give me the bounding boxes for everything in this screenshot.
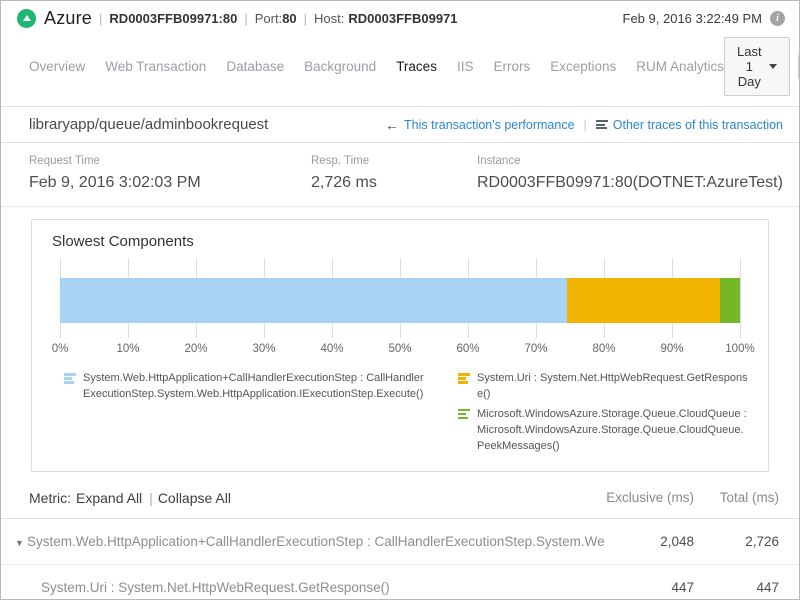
x-tick-label: 0% — [52, 343, 69, 355]
tab-overview[interactable]: Overview — [29, 59, 85, 74]
column-header-exclusive: Exclusive (ms) — [604, 490, 694, 505]
tab-strip: Overview Web Transaction Database Backgroun… — [29, 59, 724, 74]
tab-iis[interactable]: IIS — [457, 59, 474, 74]
legend-barchart-icon — [458, 409, 470, 455]
tab-traces[interactable]: Traces — [396, 59, 437, 74]
bar-segment[interactable] — [567, 278, 719, 323]
stacked-bar-chart — [60, 258, 740, 338]
current-timestamp: Feb 9, 2016 3:22:49 PM — [623, 11, 762, 26]
instance-label: Instance — [477, 155, 783, 167]
x-tick-label: 100% — [725, 343, 754, 355]
x-tick-label: 80% — [592, 343, 615, 355]
x-tick-label: 30% — [252, 343, 275, 355]
port-value: 80 — [282, 11, 296, 26]
total-ms-value: 447 — [694, 580, 779, 595]
table-row: ▼System.Web.HttpApplication+CallHandlerE… — [1, 519, 799, 565]
resp-time-value: 2,726 ms — [311, 174, 477, 192]
legend-barchart-icon — [458, 373, 470, 403]
instance-value: RD0003FFB09971:80(DOTNET:AzureTest) — [477, 174, 783, 192]
table-row: System.Uri : System.Net.HttpWebRequest.G… — [1, 565, 799, 600]
legend-barchart-icon — [64, 373, 76, 403]
resp-time-label: Resp. Time — [311, 155, 477, 167]
bar-segment[interactable] — [720, 278, 740, 323]
request-time-value: Feb 9, 2016 3:02:03 PM — [29, 174, 311, 192]
info-icon[interactable]: i — [770, 11, 785, 26]
other-traces-link[interactable]: Other traces of this transaction — [596, 118, 783, 132]
instance-field: Instance RD0003FFB09971:80(DOTNET:AzureT… — [477, 155, 783, 192]
tab-database[interactable]: Database — [226, 59, 284, 74]
port-label: Port: — [255, 11, 282, 26]
top-header: Azure | RD0003FFB09971:80 | Port: 80 | H… — [1, 1, 799, 31]
header-separator: | — [304, 11, 307, 26]
chart-title: Slowest Components — [32, 233, 768, 258]
x-tick-label: 40% — [320, 343, 343, 355]
x-tick-label: 60% — [456, 343, 479, 355]
x-tick-label: 70% — [524, 343, 547, 355]
total-ms-value: 2,726 — [694, 534, 779, 549]
legend-item: System.Uri : System.Net.HttpWebRequest.G… — [458, 371, 748, 403]
metric-name[interactable]: System.Uri : System.Net.HttpWebRequest.G… — [41, 580, 390, 595]
request-time-label: Request Time — [29, 155, 311, 167]
app-name: Azure — [44, 8, 92, 29]
link-separator: | — [584, 118, 587, 132]
tab-rum-analytics[interactable]: RUM Analytics — [636, 59, 724, 74]
apm-trace-page: Azure | RD0003FFB09971:80 | Port: 80 | H… — [0, 0, 800, 600]
tab-background[interactable]: Background — [304, 59, 376, 74]
tab-exceptions[interactable]: Exceptions — [550, 59, 616, 74]
chart-legend: System.Web.HttpApplication+CallHandlerEx… — [32, 359, 768, 461]
metric-table-body: ▼System.Web.HttpApplication+CallHandlerE… — [1, 519, 799, 600]
transaction-name: libraryapp/queue/adminbookrequest — [29, 116, 268, 133]
legend-item: System.Web.HttpApplication+CallHandlerEx… — [64, 371, 424, 403]
exclusive-ms-value: 447 — [604, 580, 694, 595]
x-tick-label: 50% — [388, 343, 411, 355]
metric-name[interactable]: System.Web.HttpApplication+CallHandlerEx… — [27, 534, 604, 549]
metric-label: Metric: — [29, 490, 71, 506]
back-arrow-icon: ← — [385, 118, 399, 132]
x-tick-label: 10% — [116, 343, 139, 355]
expand-all-button[interactable]: Expand All — [76, 490, 142, 506]
legend-label: System.Web.HttpApplication+CallHandlerEx… — [83, 371, 424, 403]
app-logo-icon — [17, 9, 36, 28]
request-time-field: Request Time Feb 9, 2016 3:02:03 PM — [29, 155, 311, 192]
tab-web-transaction[interactable]: Web Transaction — [105, 59, 206, 74]
trace-list-icon — [596, 120, 608, 129]
tab-errors[interactable]: Errors — [493, 59, 530, 74]
legend-item: Microsoft.WindowsAzure.Storage.Queue.Clo… — [458, 407, 748, 455]
transaction-row: libraryapp/queue/adminbookrequest ← This… — [1, 107, 799, 143]
legend-label: System.Uri : System.Net.HttpWebRequest.G… — [477, 371, 748, 403]
host-value: RD0003FFB09971 — [348, 11, 457, 26]
nav-bar: Overview Web Transaction Database Backgroun… — [1, 31, 799, 107]
x-tick-label: 20% — [184, 343, 207, 355]
exclusive-ms-value: 2,048 — [604, 534, 694, 549]
column-header-total: Total (ms) — [694, 490, 779, 505]
x-axis-ticks: 0%10%20%30%40%50%60%70%80%90%100% — [60, 343, 740, 359]
x-tick-label: 90% — [660, 343, 683, 355]
slowest-components-card: Slowest Components 0% 10% 20% 30% 40% 50% 60% 7… — [31, 219, 769, 472]
time-range-label: Last 1 Day — [737, 44, 762, 89]
trace-summary: Request Time Feb 9, 2016 3:02:03 PM Resp… — [1, 143, 799, 207]
resp-time-field: Resp. Time 2,726 ms — [311, 155, 477, 192]
collapse-caret-icon[interactable]: ▼ — [15, 538, 27, 548]
gridline — [740, 258, 741, 338]
collapse-all-button[interactable]: Collapse All — [158, 490, 231, 506]
metric-separator: | — [149, 490, 153, 506]
metric-table-header: Metric: Expand All | Collapse All Exclus… — [1, 476, 799, 519]
chevron-down-icon — [769, 64, 777, 69]
time-range-dropdown[interactable]: Last 1 Day — [724, 37, 790, 96]
bar-segment[interactable] — [60, 278, 567, 323]
header-separator: | — [99, 11, 102, 26]
monitor-name: RD0003FFB09971:80 — [109, 11, 237, 26]
stacked-bar — [60, 278, 740, 323]
header-separator: | — [244, 11, 247, 26]
host-label: Host: — [314, 11, 344, 26]
transaction-performance-link[interactable]: ← This transaction's performance — [385, 118, 575, 132]
legend-label: Microsoft.WindowsAzure.Storage.Queue.Clo… — [477, 407, 748, 455]
